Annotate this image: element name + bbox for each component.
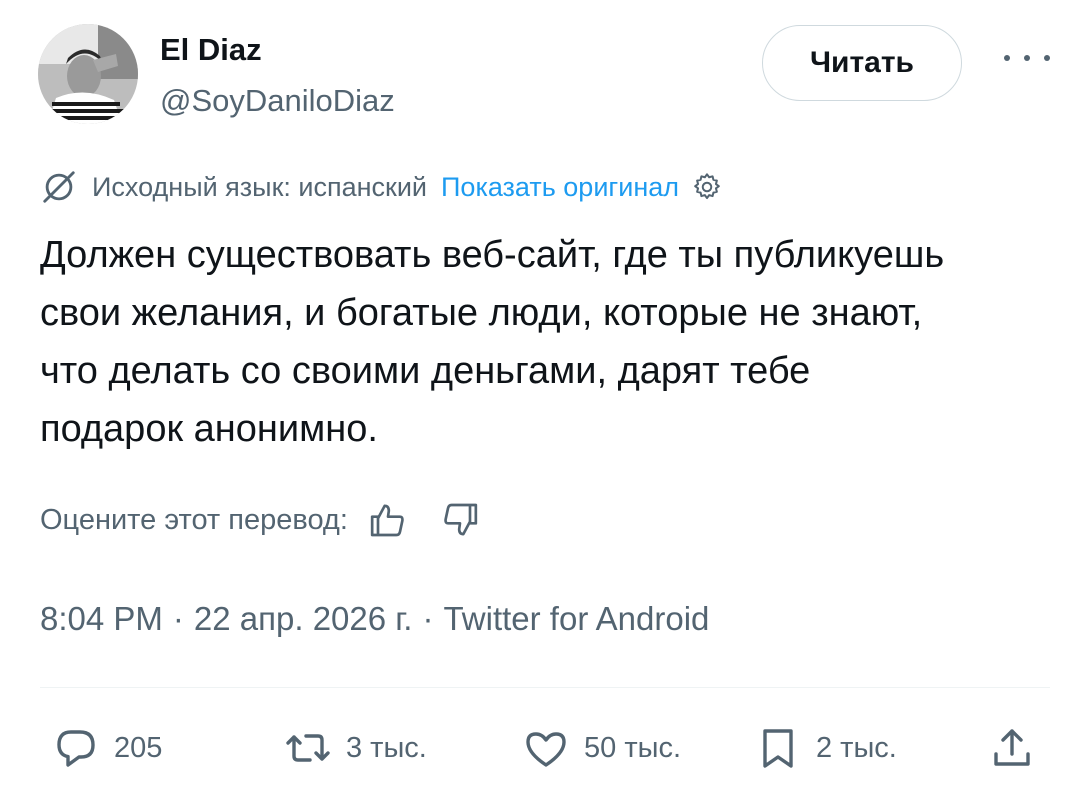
meta-separator: · [172,600,184,637]
retweet-icon [286,734,330,762]
dot [1044,55,1050,61]
thumbs-down-icon[interactable] [440,500,480,540]
translate-icon [43,171,75,203]
like-button[interactable]: 50 тыс. [522,722,681,774]
share-icon [994,729,1030,766]
bookmark-icon [763,729,793,768]
dot [1024,55,1030,61]
share-button[interactable] [988,722,1036,774]
heart-icon [526,732,566,767]
bookmark-button[interactable]: 2 тыс. [754,722,897,774]
divider [40,687,1050,688]
gear-icon[interactable] [691,171,723,203]
rate-prompt: Оцените этот перевод: [40,503,348,536]
author-name[interactable]: El Diaz [160,32,262,68]
rate-translation: Оцените этот перевод: [40,500,480,540]
tweet-source: Twitter for Android [443,600,710,637]
retweet-count: 3 тыс. [346,731,427,764]
bookmark-count: 2 тыс. [816,731,897,764]
translation-notice: Исходный язык: испанский Показать оригин… [40,168,723,206]
follow-button[interactable]: Читать [762,25,962,101]
tweet-date[interactable]: 22 апр. 2026 г. [194,600,413,637]
reply-count: 205 [114,731,163,764]
tweet-time[interactable]: 8:04 PM [40,600,163,637]
reply-button[interactable]: 205 [52,722,162,774]
reply-icon [57,730,95,767]
tweet-text: Должен существовать веб-сайт, где ты пуб… [40,234,945,450]
meta-separator: · [422,600,434,637]
avatar[interactable] [38,24,138,124]
author-handle[interactable]: @SoyDaniloDiaz [160,83,395,119]
more-options-icon[interactable] [1004,48,1050,68]
tweet-meta: 8:04 PM · 22 апр. 2026 г. · Twitter for Andr… [40,600,709,638]
retweet-button[interactable]: 3 тыс. [284,722,427,774]
source-language: Исходный язык: испанский [92,171,428,202]
like-count: 50 тыс. [584,731,681,764]
thumbs-up-icon[interactable] [368,500,408,540]
show-original-link[interactable]: Показать оригинал [441,172,679,203]
dot [1004,55,1010,61]
